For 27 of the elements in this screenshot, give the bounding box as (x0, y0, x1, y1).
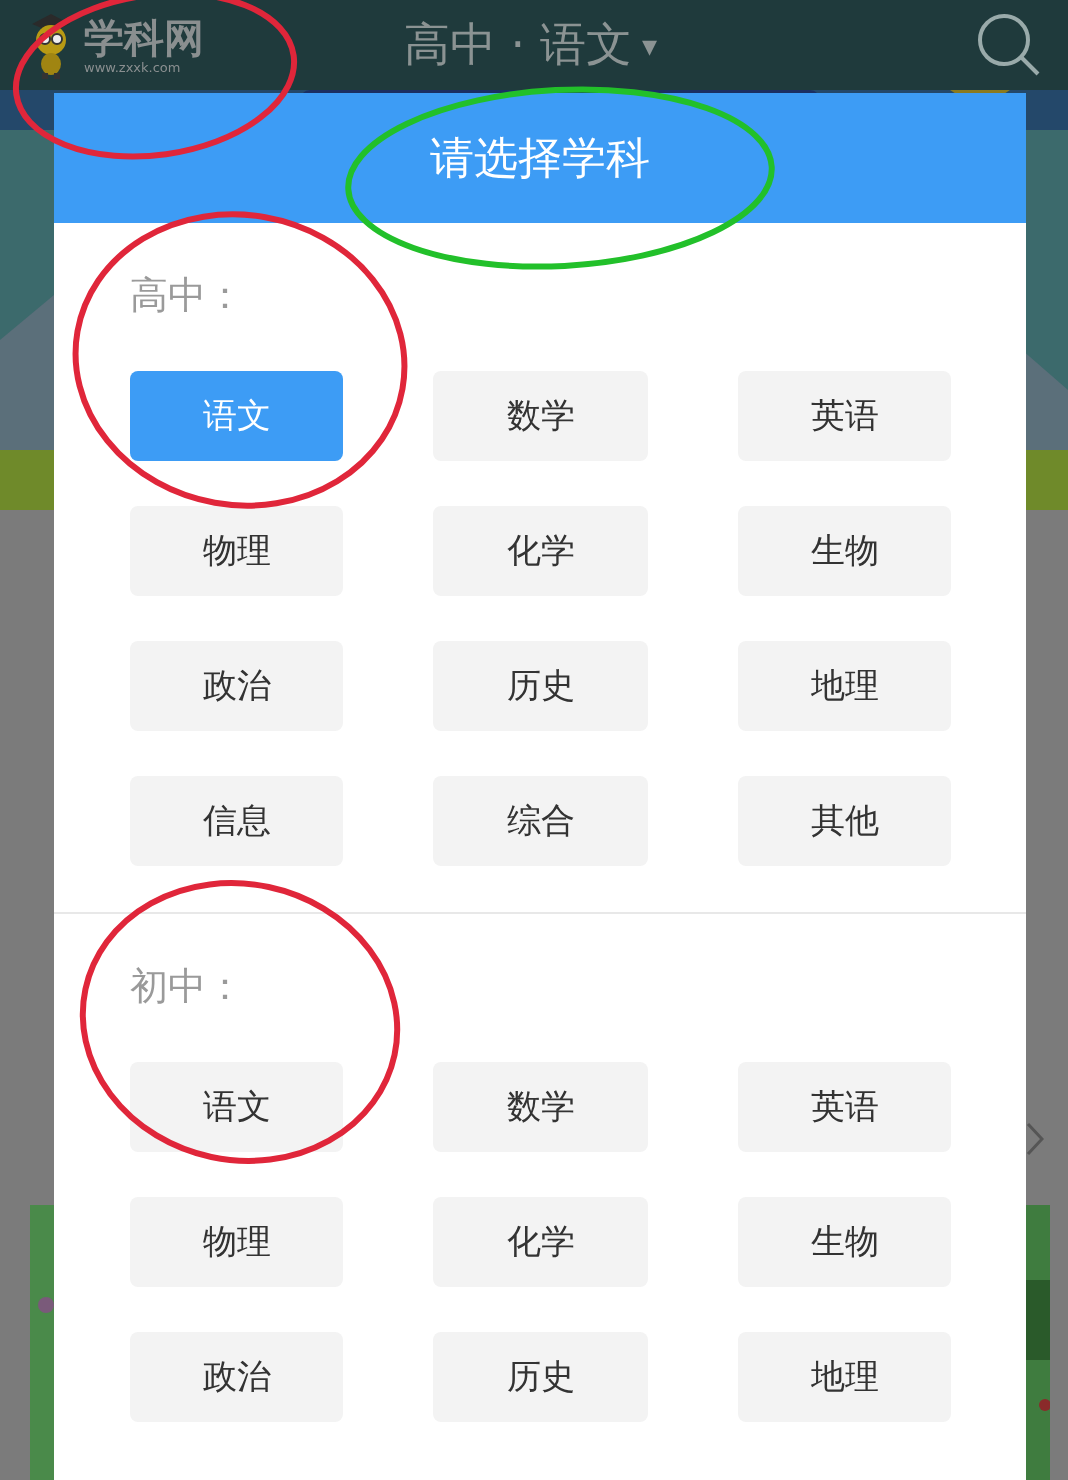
subject-button[interactable]: 化学 (433, 1197, 648, 1287)
subject-button[interactable]: 综合 (433, 776, 648, 866)
subject-button[interactable]: 英语 (738, 371, 951, 461)
subject-button[interactable]: 历史 (433, 1332, 648, 1422)
section-label: 高中： (130, 272, 245, 319)
subject-button[interactable]: 地理 (738, 1332, 951, 1422)
subject-button[interactable]: 其他 (738, 776, 951, 866)
subject-button[interactable]: 数学 (433, 371, 648, 461)
logo-url: www.zxxk.com (84, 59, 182, 75)
logo-text: 学科网 (84, 15, 204, 60)
caret-icon[interactable]: ▾ (641, 27, 657, 63)
subject-button[interactable]: 地理 (738, 641, 951, 731)
subject-button[interactable]: 政治 (130, 1332, 343, 1422)
section-label: 初中： (130, 963, 245, 1010)
page-title[interactable]: 高中 · 语文 (404, 14, 632, 76)
subject-button[interactable]: 物理 (130, 506, 343, 596)
subject-button[interactable]: 生物 (738, 1197, 951, 1287)
subject-button[interactable]: 英语 (738, 1062, 951, 1152)
subject-button[interactable]: 生物 (738, 506, 951, 596)
dialog-title: 请选择学科 (54, 93, 1026, 223)
subject-button[interactable]: 信息 (130, 776, 343, 866)
subject-button[interactable]: 历史 (433, 641, 648, 731)
subject-button[interactable]: 语文 (130, 1062, 343, 1152)
subject-button[interactable]: 数学 (433, 1062, 648, 1152)
subject-button[interactable]: 政治 (130, 641, 343, 731)
subject-button[interactable]: 化学 (433, 506, 648, 596)
subject-button[interactable]: 物理 (130, 1197, 343, 1287)
